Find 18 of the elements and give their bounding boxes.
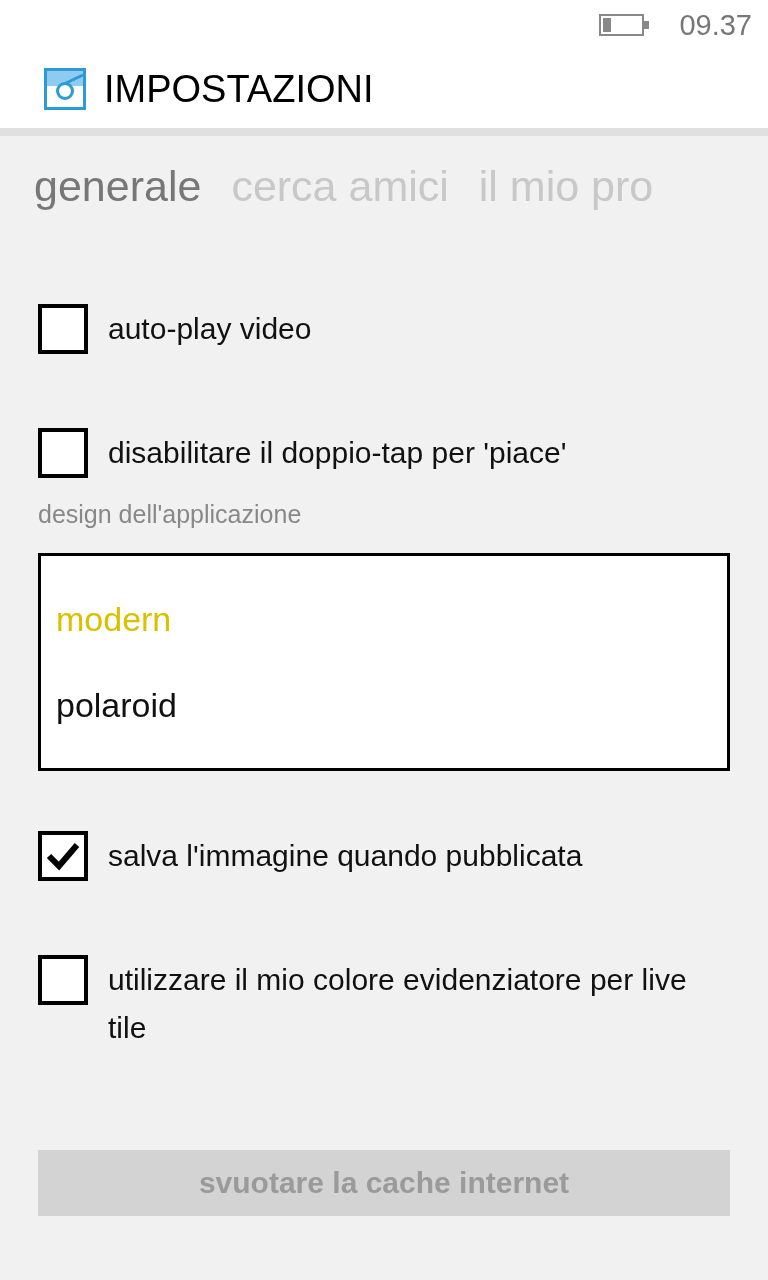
picker-option[interactable]: polaroid <box>56 662 712 748</box>
checkbox[interactable] <box>38 304 88 354</box>
pivot-tab[interactable]: generale <box>34 158 202 218</box>
page-title: IMPOSTAZIONI <box>104 67 374 111</box>
checkbox-label: utilizzare il mio colore evidenziatore per live tile <box>108 962 688 1046</box>
checkbox-label: auto-play video <box>108 311 312 347</box>
battery-icon <box>599 13 652 37</box>
checkbox-label: salva l'immagine quando pubblicata <box>108 838 583 874</box>
checkbox[interactable] <box>38 955 88 1005</box>
clock-time: 09.37 <box>679 8 752 42</box>
checkbox[interactable] <box>38 428 88 478</box>
list-picker[interactable]: modern polaroid <box>38 553 730 771</box>
picker-option[interactable]: modern <box>56 576 712 662</box>
checkbox-label: disabilitare il doppio-tap per 'piace' <box>108 435 567 471</box>
section-label: design dell'applicazione <box>38 500 303 529</box>
checkbox[interactable] <box>38 831 88 881</box>
check-mark-icon <box>46 841 80 871</box>
app-logo-icon <box>44 68 86 110</box>
